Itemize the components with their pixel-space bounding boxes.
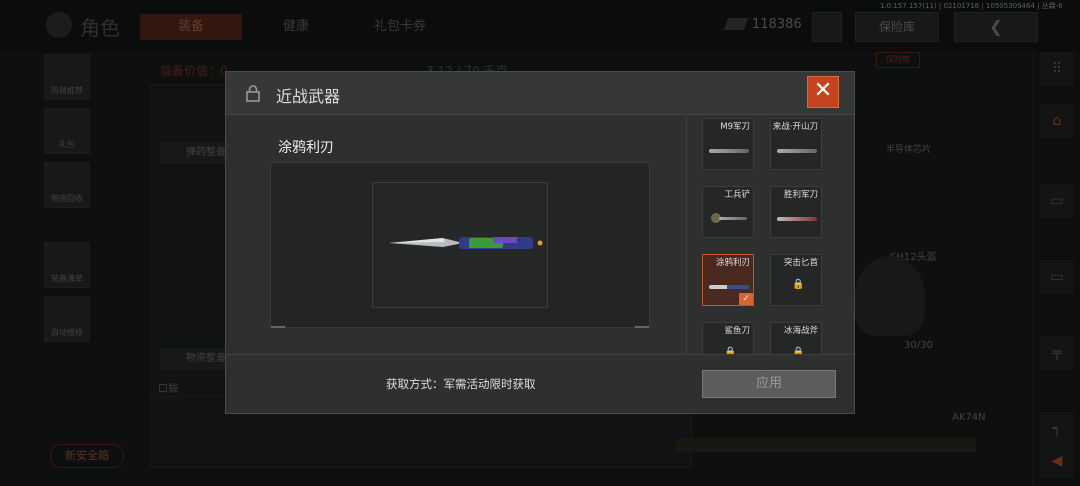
weapon-item-label: 胜利军刀: [783, 190, 818, 200]
apply-button[interactable]: 应用: [702, 370, 836, 398]
weapon-item[interactable]: 来战·开山刀: [770, 118, 822, 170]
preview-corner: [635, 326, 649, 328]
acquire-method: 获取方式：军需活动限时获取: [386, 377, 536, 391]
weapon-item-label: 涂鸦利刃: [715, 258, 750, 268]
lock-icon: [244, 84, 262, 102]
close-button[interactable]: ✕: [807, 76, 839, 108]
lock-icon: 🔒: [724, 347, 737, 354]
preview-frame: [372, 182, 548, 308]
weapon-item[interactable]: 胜利军刀: [770, 186, 822, 238]
check-icon: ✓: [739, 293, 753, 305]
weapon-item[interactable]: 冰海战斧 🔒: [770, 322, 822, 354]
footer-divider: [226, 354, 854, 355]
weapon-item-label: 突击匕首: [783, 258, 818, 268]
knife-icon: [709, 285, 749, 289]
weapon-item[interactable]: 鲨鱼刀 🔒: [702, 322, 754, 354]
weapon-item-label: 冰海战斧: [783, 326, 818, 336]
weapon-item[interactable]: 突击匕首 🔒: [770, 254, 822, 306]
melee-weapon-dialog: 近战武器 ✕ 涂鸦利刃 M9军刀 来战·开山刀 工兵铲 胜利军刀 涂鸦利刃 ✓ …: [225, 71, 855, 414]
weapon-item-label: 来战·开山刀: [772, 122, 818, 132]
weapon-grid: M9军刀 来战·开山刀 工兵铲 胜利军刀 涂鸦利刃 ✓ 突击匕首 🔒 鲨鱼刀 🔒: [702, 118, 826, 354]
weapon-item[interactable]: M9军刀: [702, 118, 754, 170]
preview-corner: [271, 326, 285, 328]
knife-icon: [777, 217, 817, 221]
knife-icon: [777, 149, 817, 153]
weapon-item-label: 鲨鱼刀: [724, 326, 750, 336]
lock-icon: 🔒: [792, 347, 805, 354]
weapon-item[interactable]: 工兵铲: [702, 186, 754, 238]
item-preview: [270, 162, 650, 328]
weapon-item-selected[interactable]: 涂鸦利刃 ✓: [702, 254, 754, 306]
dialog-title: 近战武器: [276, 87, 341, 106]
lock-icon: 🔒: [792, 279, 805, 290]
knife-icon: [709, 149, 749, 153]
weapon-item-label: M9军刀: [720, 122, 750, 132]
divider: [686, 114, 687, 354]
weapon-item-label: 工兵铲: [724, 190, 750, 200]
shovel-handle: [719, 217, 747, 220]
close-icon: ✕: [813, 78, 833, 103]
graffiti-blade-image: [389, 237, 543, 249]
selected-item-name: 涂鸦利刃: [278, 140, 334, 156]
